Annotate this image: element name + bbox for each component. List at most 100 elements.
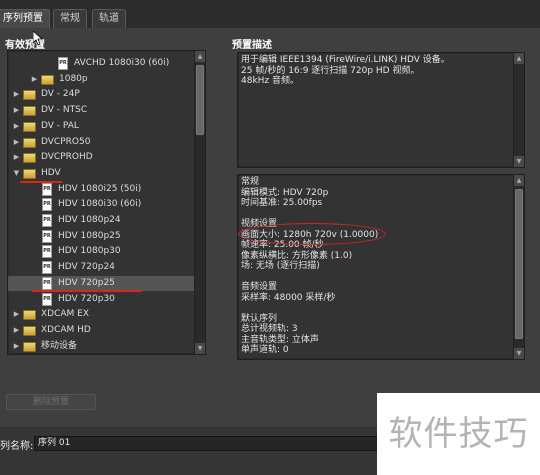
settings-line — [241, 209, 513, 220]
tree-item-label: HDV 1080i30 (60i) — [58, 199, 142, 210]
settings-line: 像素纵横比: 方形像素 (1.0) — [241, 250, 353, 261]
tree-preset-item[interactable]: PR HDV 720p25 — [8, 275, 198, 291]
expand-right-icon[interactable]: ▶ — [12, 323, 21, 338]
folder-icon — [23, 137, 36, 148]
settings-line: 默认序列 — [241, 313, 278, 324]
tree-preset-item[interactable]: PR HDV 1080p25 — [8, 229, 198, 244]
tree-item-label: HDV 720p24 — [58, 262, 115, 273]
tree-folder-item[interactable]: ▶ DV - PAL — [8, 119, 198, 134]
tree-scrollbar[interactable]: ▲ ▼ — [194, 51, 205, 354]
folder-icon — [23, 121, 36, 132]
settings-line: 采样率: 48000 采样/秒 — [241, 292, 336, 303]
preset-file-icon: PR — [42, 214, 52, 227]
tree-item-label: DV - PAL — [41, 120, 79, 131]
preset-file-icon: PR — [42, 276, 52, 290]
tab-general[interactable]: 常规 — [53, 9, 87, 28]
settings-line: 场: 无场 (逐行扫描) — [241, 261, 320, 271]
annotation-underline-hdv — [20, 181, 62, 183]
tree-preset-item[interactable]: PR HDV 1080p30 — [8, 244, 198, 259]
tree-item-label: HDV 1080p30 — [58, 246, 121, 257]
description-line: 25 帧/秒的 16:9 逐行扫描 720p HD 视频。 — [241, 65, 420, 76]
tab-tracks[interactable]: 轨道 — [92, 9, 126, 28]
description-text: 用于编辑 IEEE1394 (FireWire/i.LINK) HDV 设备。 … — [241, 55, 513, 87]
preset-file-icon: PR — [42, 229, 52, 243]
expand-right-icon[interactable]: ▶ — [12, 103, 21, 118]
preset-file-icon: PR — [42, 261, 52, 275]
settings-line: 编辑模式: HDV 720p — [241, 187, 329, 198]
preset-file-icon: PR — [42, 245, 52, 259]
settings-line: 画面大小: 1280h 720v (1.0000) — [241, 229, 379, 240]
expand-right-icon[interactable]: ▶ — [12, 135, 21, 150]
tree-folder-item[interactable]: ▶ DV - 24P — [8, 87, 198, 102]
settings-line: 单声道轨: 0 — [241, 345, 289, 355]
tree-preset-item[interactable]: PR HDV 1080i30 (60i) — [8, 197, 198, 212]
tree-folder-item[interactable]: ▶ DVCPROHD — [8, 150, 198, 165]
scrollbar-thumb[interactable] — [196, 65, 204, 135]
sequence-name-input[interactable]: 序列 01 — [34, 436, 380, 451]
tab-sequence-presets[interactable]: 序列预置 — [0, 9, 50, 28]
tree-item-label: HDV 1080p25 — [58, 230, 121, 241]
tree-preset-item[interactable]: PR AVCHD 1080i30 (60i) — [8, 56, 198, 71]
tree-folder-item[interactable]: ▶ DVCPRO50 — [8, 135, 198, 150]
annotation-underline-720p25 — [32, 290, 142, 292]
preset-file-icon: PR — [42, 198, 52, 212]
tree-folder-item[interactable]: ▶ 移动设备 — [8, 339, 198, 354]
folder-icon — [23, 168, 36, 179]
tree-preset-item[interactable]: PR HDV 720p30 — [8, 292, 198, 307]
tree-preset-item[interactable]: PR HDV 1080i25 (50i) — [8, 182, 198, 197]
tree-item-label: DVCPROHD — [41, 152, 93, 163]
preset-file-icon: PR — [42, 292, 52, 306]
tree-item-label: HDV 720p30 — [58, 293, 115, 304]
sequence-name-label: 列名称: — [0, 441, 34, 452]
expand-down-icon[interactable]: ▼ — [12, 166, 21, 181]
preset-settings-box: 常规 编辑模式: HDV 720p 时间基准: 25.00fps 视频设置 画面大… — [237, 174, 525, 360]
expand-right-icon[interactable]: ▶ — [12, 150, 21, 165]
expand-right-icon[interactable]: ▶ — [12, 87, 21, 102]
scroll-down-icon[interactable]: ▼ — [514, 156, 524, 167]
expand-right-icon[interactable]: ▶ — [12, 307, 21, 322]
settings-line — [241, 272, 513, 283]
tree-item-label: HDV — [41, 167, 61, 178]
settings-line: 视频设置 — [241, 219, 278, 229]
scroll-up-icon[interactable]: ▲ — [514, 53, 524, 64]
delete-preset-button[interactable]: 删除预置 — [6, 394, 96, 410]
preset-file-icon: PR — [42, 182, 52, 196]
folder-icon — [23, 341, 36, 352]
preset-description-box: 用于编辑 IEEE1394 (FireWire/i.LINK) HDV 设备。 … — [237, 52, 525, 168]
tree-folder-item[interactable]: ▶ XDCAM HD — [8, 323, 198, 338]
expand-right-icon[interactable]: ▶ — [30, 72, 39, 87]
tree-item-label: DV - 24P — [41, 89, 80, 100]
tree-item-label: DVCPRO50 — [41, 136, 91, 147]
scroll-down-icon[interactable]: ▼ — [195, 343, 205, 354]
expand-right-icon[interactable]: ▶ — [12, 339, 21, 354]
tree-folder-item[interactable]: ▶ XDCAM EX — [8, 307, 198, 322]
folder-icon — [23, 310, 36, 321]
settings-line: 帧速率: 25.00 帧/秒 — [241, 240, 324, 250]
tree-preset-item[interactable]: PR HDV 720p24 — [8, 260, 198, 275]
expand-right-icon[interactable]: ▶ — [12, 119, 21, 134]
description-group-title: 预置描述 — [232, 40, 272, 51]
scroll-down-icon[interactable]: ▼ — [514, 348, 524, 359]
tree-item-label: AVCHD 1080i30 (60i) — [74, 58, 170, 68]
settings-line: 音频设置 — [241, 282, 278, 292]
tree-item-label: DV - NTSC — [41, 105, 88, 116]
scroll-up-icon[interactable]: ▲ — [195, 51, 205, 62]
watermark: 软件技巧 — [377, 393, 540, 475]
tree-folder-item[interactable]: ▶ 1080p — [8, 72, 198, 87]
settings-scrollbar[interactable]: ▲ ▼ — [513, 175, 524, 359]
tree-preset-item[interactable]: PR HDV 1080p24 — [8, 213, 198, 228]
settings-line: 总计视频轨: 3 — [241, 324, 298, 334]
scrollbar-thumb[interactable] — [515, 189, 523, 339]
tree-folder-item[interactable]: ▶ DV - NTSC — [8, 103, 198, 118]
folder-icon — [23, 325, 36, 336]
scroll-up-icon[interactable]: ▲ — [514, 175, 524, 186]
tree-item-label: XDCAM EX — [41, 309, 90, 320]
folder-icon — [23, 106, 36, 117]
tree-item-label: HDV 1080p24 — [58, 215, 121, 225]
description-scrollbar[interactable]: ▲ ▼ — [513, 53, 524, 167]
tree-item-label: 移动设备 — [41, 340, 78, 351]
preset-tree[interactable]: PR AVCHD 1080i30 (60i) ▶ 1080p ▶ DV - 24P ▶ DV … — [7, 50, 206, 355]
settings-line: 时间基准: 25.00fps — [241, 198, 323, 208]
tree-folder-item[interactable]: ▼ HDV — [8, 166, 198, 181]
preset-file-icon: PR — [58, 57, 68, 70]
